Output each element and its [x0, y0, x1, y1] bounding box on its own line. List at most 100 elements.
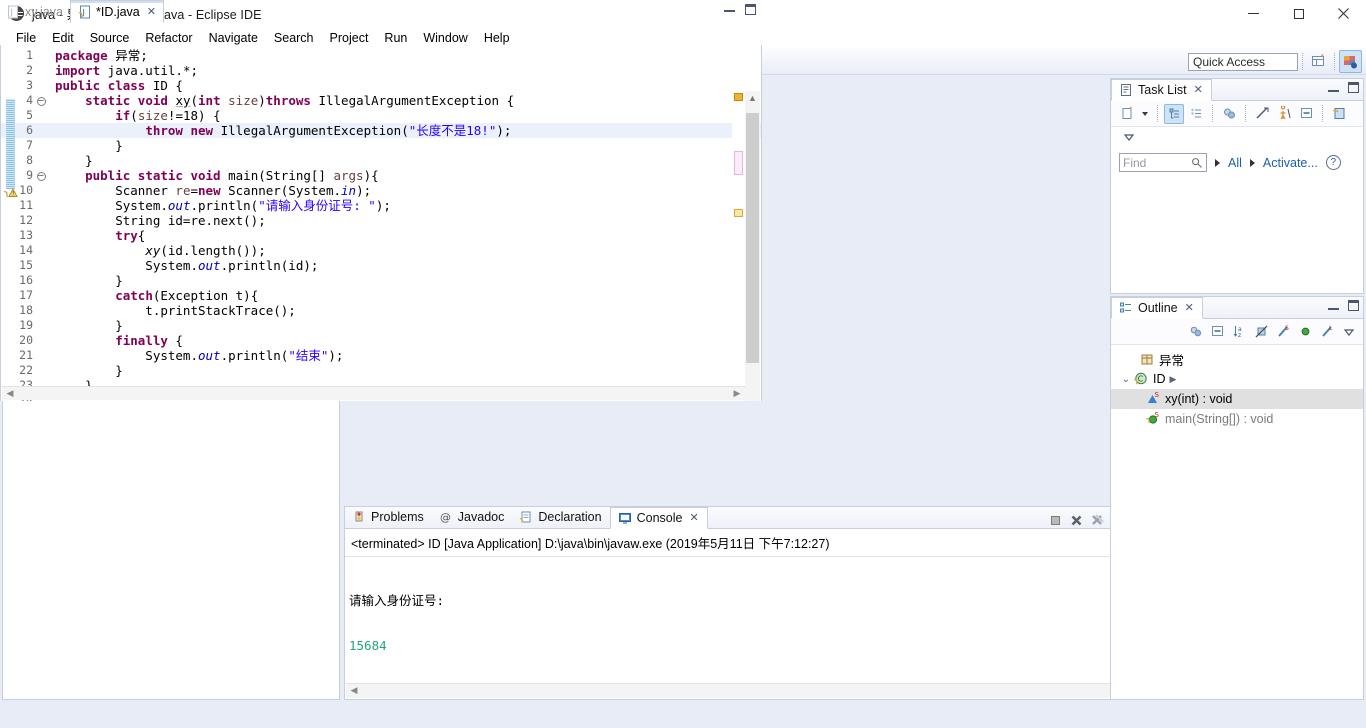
- minimize-icon[interactable]: [1328, 307, 1339, 310]
- close-button[interactable]: [1321, 0, 1366, 27]
- collapse-arrow[interactable]: ⌄: [1119, 374, 1133, 385]
- minimize-icon[interactable]: [724, 10, 735, 12]
- warning-marker[interactable]: [734, 209, 743, 217]
- menu-project[interactable]: Project: [322, 29, 377, 47]
- tab-javadoc[interactable]: @ Javadoc: [432, 506, 513, 528]
- minimize-button[interactable]: [1231, 0, 1276, 27]
- editor-horizontal-scrollbar[interactable]: ◀ ▶: [2, 386, 745, 400]
- fold-collapse-icon[interactable]: –: [35, 168, 47, 183]
- overview-ruler[interactable]: [732, 91, 745, 401]
- code-text: System.out.println(id);: [55, 258, 319, 273]
- activate-expand-arrow[interactable]: [1249, 158, 1255, 167]
- maximize-icon[interactable]: [745, 4, 756, 15]
- java-perspective-icon[interactable]: [1339, 50, 1362, 73]
- tab-problems[interactable]: Problems: [345, 506, 432, 528]
- changed-lines-marker: [6, 99, 15, 189]
- menu-run[interactable]: Run: [376, 29, 415, 47]
- editor-vertical-scrollbar[interactable]: ▲ ▼: [745, 91, 760, 401]
- warning-marker[interactable]: [734, 93, 743, 101]
- hide-static-icon[interactable]: S: [1273, 322, 1293, 342]
- scroll-left-icon[interactable]: ◀: [348, 685, 360, 697]
- restore-tasks-icon[interactable]: [1329, 104, 1349, 124]
- menu-file[interactable]: File: [8, 29, 44, 47]
- menu-window[interactable]: Window: [415, 29, 475, 47]
- problems-icon: [355, 511, 363, 522]
- scroll-right-icon[interactable]: ▶: [731, 388, 743, 400]
- hide-nonpublic-icon[interactable]: [1295, 322, 1315, 342]
- svg-text:@: @: [440, 511, 451, 524]
- filter-all-link[interactable]: All: [1228, 156, 1242, 170]
- help-icon[interactable]: ?: [1325, 155, 1341, 170]
- find-input[interactable]: Find: [1119, 153, 1207, 172]
- minimize-icon[interactable]: [1328, 89, 1339, 92]
- code-line: 19 }: [1, 318, 761, 333]
- package-icon: [1139, 351, 1155, 367]
- code-line: 11 System.out.println("请输入身份证号: ");: [1, 198, 761, 213]
- scroll-left-icon[interactable]: ◀: [4, 388, 16, 400]
- editor-area: J xy.java J *ID.java ✕ ▶ 异常 ▶ src ▶ 异常 ▶: [0, 0, 762, 425]
- menu-help[interactable]: Help: [476, 29, 518, 47]
- maximize-icon[interactable]: [1348, 300, 1359, 311]
- close-icon[interactable]: ✕: [689, 512, 698, 524]
- maximize-button[interactable]: [1276, 0, 1321, 27]
- declaration-icon: [520, 511, 531, 523]
- outline-item-label: xy(int) : void: [1165, 392, 1233, 406]
- menu-search[interactable]: Search: [266, 29, 322, 47]
- collapse-all-icon[interactable]: [1296, 104, 1316, 124]
- new-task-icon[interactable]: [1117, 104, 1137, 124]
- synchronize-icon[interactable]: [1219, 104, 1239, 124]
- tab-declaration[interactable]: Declaration: [512, 506, 609, 528]
- editor-tab-xy-java[interactable]: J xy.java: [0, 0, 70, 23]
- terminate-icon[interactable]: [1045, 510, 1065, 530]
- sort-icon[interactable]: az: [1229, 322, 1249, 342]
- scheduled-icon[interactable]: [1186, 104, 1206, 124]
- menu-navigate[interactable]: Navigate: [201, 29, 266, 47]
- warning-marker-icon[interactable]: !: [3, 184, 19, 198]
- quick-access-input[interactable]: Quick Access: [1188, 53, 1298, 71]
- code-line: 7 }: [1, 138, 761, 153]
- outline-item-class[interactable]: ⌄ C ID ▶: [1111, 369, 1363, 389]
- tab-task-list[interactable]: Task List ✕: [1111, 79, 1212, 101]
- focus-icon[interactable]: [1252, 104, 1272, 124]
- show-ui-icon[interactable]: [1274, 104, 1294, 124]
- close-icon[interactable]: ✕: [1194, 84, 1203, 96]
- outline-item-method-main[interactable]: S main(String[]) : void: [1111, 409, 1363, 429]
- collapse-all-icon[interactable]: [1207, 322, 1227, 342]
- focus-icon[interactable]: [1185, 322, 1205, 342]
- menu-refactor[interactable]: Refactor: [137, 29, 200, 47]
- outline-item-method-xy[interactable]: S xy(int) : void: [1111, 389, 1363, 409]
- tab-console[interactable]: Console ✕: [609, 507, 708, 529]
- hide-local-types-icon[interactable]: L: [1317, 322, 1337, 342]
- expand-arrow[interactable]: ▶: [1170, 374, 1177, 385]
- menu-source[interactable]: Source: [82, 29, 138, 47]
- editor-tab-label: *ID.java: [95, 5, 140, 19]
- close-icon[interactable]: ✕: [147, 6, 156, 18]
- fold-collapse-icon[interactable]: –: [35, 93, 47, 108]
- outline-item-package[interactable]: 异常: [1111, 349, 1363, 369]
- hide-fields-icon[interactable]: [1251, 322, 1271, 342]
- remove-launch-icon[interactable]: [1066, 510, 1086, 530]
- task-list-find-row: Find All Activate... ?: [1111, 147, 1363, 172]
- code-text: t.printStackTrace();: [55, 303, 296, 318]
- line-number: 16: [19, 273, 33, 287]
- editor-tab-id-java[interactable]: J *ID.java ✕: [69, 0, 164, 23]
- close-icon[interactable]: ✕: [1185, 302, 1194, 314]
- open-perspective-icon[interactable]: [1307, 50, 1330, 73]
- code-editor[interactable]: 1 package 异常; 2 import java.util.*; 3 public …: [0, 45, 762, 401]
- remove-all-terminated-icon[interactable]: [1087, 510, 1107, 530]
- view-menu-icon[interactable]: [1119, 127, 1139, 147]
- new-task-dropdown[interactable]: [1139, 103, 1151, 125]
- activate-link[interactable]: Activate...: [1263, 156, 1318, 170]
- maximize-icon[interactable]: [1348, 82, 1359, 93]
- code-line: 1 package 异常;: [1, 48, 761, 63]
- categorized-icon[interactable]: [1164, 103, 1184, 124]
- code-text: finally {: [115, 333, 183, 348]
- all-expand-arrow[interactable]: [1215, 158, 1220, 167]
- code-text: static void xy(int size)throws IllegalAr…: [85, 93, 515, 108]
- view-menu-icon[interactable]: [1339, 322, 1359, 342]
- code-line: 20 finally {: [1, 333, 761, 348]
- scrollbar-thumb[interactable]: [746, 113, 759, 363]
- scroll-up-icon[interactable]: ▲: [748, 93, 757, 103]
- tab-outline[interactable]: Outline ✕: [1111, 297, 1203, 319]
- menu-edit[interactable]: Edit: [44, 29, 82, 47]
